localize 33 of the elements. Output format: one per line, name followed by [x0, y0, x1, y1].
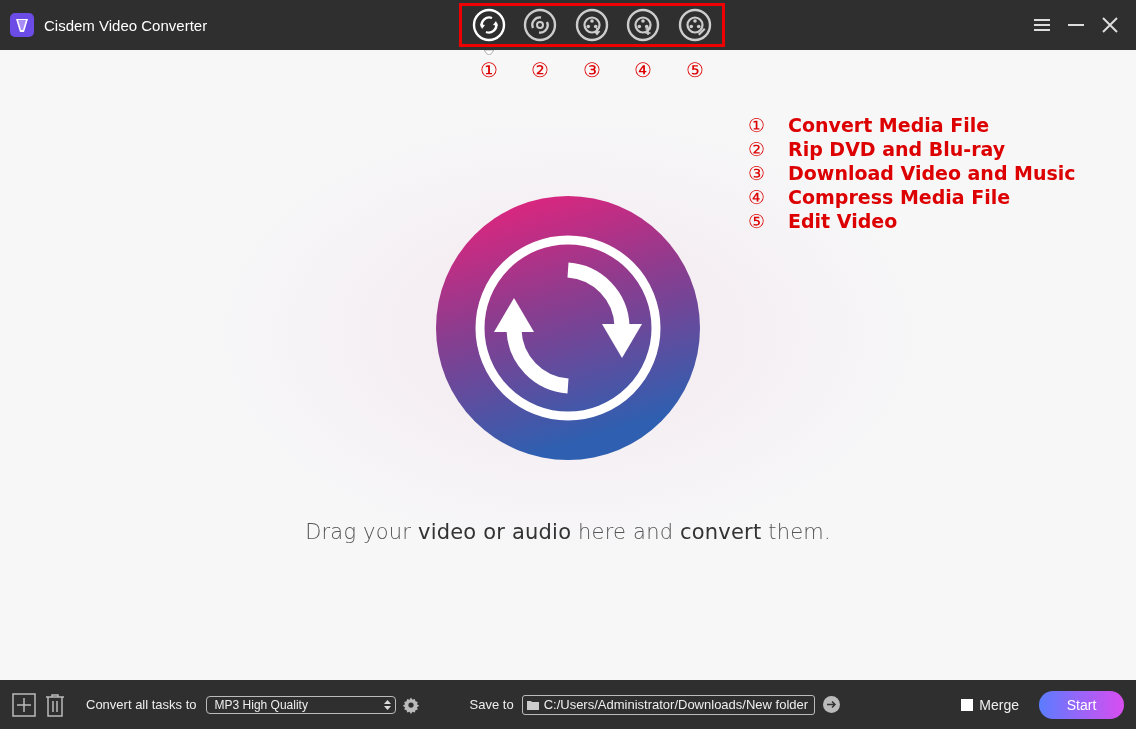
legend-number: ② — [748, 138, 766, 160]
convert-label: Convert all tasks to — [86, 697, 197, 712]
convert-drop-icon[interactable] — [436, 196, 700, 460]
legend-label: Convert Media File — [788, 114, 990, 136]
mode-number: ③ — [581, 58, 602, 82]
selected-indicator-icon — [483, 50, 494, 55]
format-dropdown[interactable]: MP3 High Quality — [205, 695, 396, 714]
legend-label: Rip DVD and Blu-ray — [788, 138, 1006, 160]
app-logo-icon — [10, 13, 34, 37]
legend-number: ③ — [748, 162, 766, 184]
mode-number: ⑤ — [684, 58, 705, 82]
save-path-field[interactable]: C:/Users/Administrator/Downloads/New folder — [521, 694, 816, 715]
save-to-label: Save to — [469, 697, 514, 712]
mode-number: ① — [478, 58, 499, 82]
settings-icon[interactable] — [401, 695, 420, 714]
up-down-arrows-icon — [383, 698, 391, 711]
window-title: Cisdem Video Converter — [44, 16, 208, 34]
trash-icon[interactable] — [44, 692, 66, 717]
legend-label: Download Video and Music — [788, 162, 1076, 184]
arrow-right-icon[interactable] — [823, 696, 841, 713]
legend-number: ① — [748, 114, 766, 136]
drop-hint-text: Drag your video or audio here and convert them. — [305, 520, 831, 544]
legend-label: Compress Media File — [788, 186, 1011, 208]
add-file-icon[interactable] — [12, 692, 36, 717]
start-button[interactable]: Start — [1039, 690, 1124, 719]
legend-number: ⑤ — [748, 210, 766, 232]
legend-number: ④ — [748, 186, 766, 208]
legend-label: Edit Video — [788, 210, 898, 232]
mode-number: ④ — [633, 58, 654, 82]
mode-number: ② — [530, 58, 551, 82]
merge-checkbox[interactable]: Merge — [961, 696, 1019, 713]
close-icon[interactable] — [1100, 15, 1120, 35]
folder-icon — [526, 699, 539, 710]
